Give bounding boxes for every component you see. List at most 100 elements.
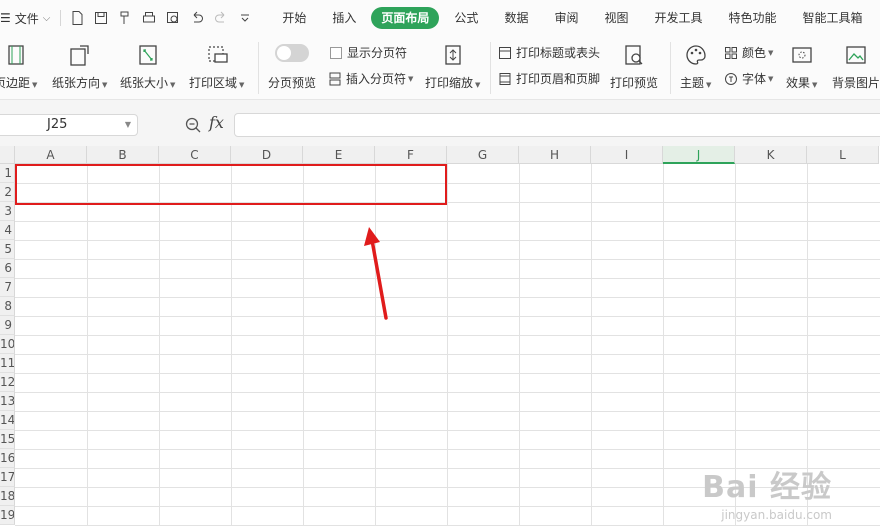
gridline-horizontal: [15, 411, 880, 412]
row-header[interactable]: 9: [0, 316, 15, 335]
column-header-h[interactable]: H: [519, 146, 591, 164]
header-footer-button[interactable]: 打印页眉和页脚: [498, 70, 600, 87]
column-header-g[interactable]: G: [447, 146, 519, 164]
show-page-breaks-label: 显示分页符: [347, 46, 408, 60]
tab-insert[interactable]: 插入: [321, 7, 367, 29]
name-box[interactable]: J25 ▼: [0, 114, 138, 136]
tab-special-features[interactable]: 特色功能: [718, 7, 788, 29]
select-all-corner[interactable]: [0, 146, 15, 164]
redo-icon[interactable]: [209, 6, 233, 30]
column-header-i[interactable]: I: [591, 146, 663, 164]
separator: [60, 10, 62, 26]
header-footer-label: 打印页眉和页脚: [516, 72, 601, 86]
print-icon[interactable]: [137, 6, 161, 30]
tab-review[interactable]: 审阅: [543, 7, 589, 29]
print-titles-button[interactable]: 打印标题或表头: [498, 44, 600, 61]
column-header-l[interactable]: L: [807, 146, 879, 164]
customize-toolbar-icon[interactable]: [233, 6, 257, 30]
print-scale-label: 打印缩放: [425, 76, 474, 90]
row-header[interactable]: 14: [0, 411, 15, 430]
row-header[interactable]: 1: [0, 164, 15, 183]
row-header[interactable]: 19: [0, 506, 15, 525]
ribbon-separator: [490, 42, 491, 94]
gridline-vertical: [375, 164, 376, 526]
print-area-icon: [204, 42, 230, 68]
column-header-f[interactable]: F: [375, 146, 447, 164]
tab-smart-toolbox[interactable]: 智能工具箱: [792, 7, 874, 29]
gridline-horizontal: [15, 449, 880, 450]
print-preview-button[interactable]: 打印预览: [610, 42, 658, 91]
row-header[interactable]: 18: [0, 487, 15, 506]
colors-button[interactable]: 颜色 ▼: [724, 44, 773, 61]
paper-size-icon: [135, 42, 161, 68]
print-preview-label: 打印预览: [610, 76, 659, 90]
file-menu-label: 文件: [14, 11, 39, 26]
row-header[interactable]: 8: [0, 297, 15, 316]
tab-developer[interactable]: 开发工具: [643, 7, 713, 29]
undo-icon[interactable]: [185, 6, 209, 30]
row-header[interactable]: 4: [0, 221, 15, 240]
column-header-e[interactable]: E: [303, 146, 375, 164]
tab-page-layout[interactable]: 页面布局: [371, 7, 440, 29]
column-header-k[interactable]: K: [735, 146, 807, 164]
fonts-label: 字体: [742, 72, 767, 86]
print-preview-icon[interactable]: [161, 6, 185, 30]
page-break-preview-button[interactable]: 分页预览: [268, 44, 316, 91]
gridline-vertical: [303, 164, 304, 526]
tab-formulas[interactable]: 公式: [443, 7, 489, 29]
image-icon: [843, 42, 869, 68]
row-header[interactable]: 6: [0, 259, 15, 278]
spreadsheet-grid[interactable]: ABCDEFGHIJKL 1 2 3 4 5 6 7 8 9 10 11 12 13 14 15 16 17 18…: [0, 146, 880, 526]
zoom-icon[interactable]: [184, 116, 202, 134]
margins-button[interactable]: 页边距 ▼: [0, 42, 37, 91]
row-header[interactable]: 7: [0, 278, 15, 297]
chevron-down-icon[interactable]: ▼: [125, 115, 131, 135]
show-page-breaks-checkbox[interactable]: 显示分页符: [330, 44, 407, 61]
format-painter-icon[interactable]: [113, 6, 137, 30]
row-header[interactable]: 17: [0, 468, 15, 487]
column-header-d[interactable]: D: [231, 146, 303, 164]
ribbon: 页边距 ▼ 纸张方向 ▼ 纸张大小 ▼ 打印区域 ▼ 分页预览 显示分页符 插入分页符 ▼…: [0, 36, 880, 100]
tab-home[interactable]: 开始: [271, 7, 317, 29]
theme-button[interactable]: 主题 ▼: [680, 42, 711, 91]
file-menu[interactable]: ☰ 文件 ⌵: [0, 10, 56, 27]
page-break-preview-label: 分页预览: [268, 76, 317, 90]
row-header[interactable]: 16: [0, 449, 15, 468]
row-header[interactable]: 11: [0, 354, 15, 373]
print-area-label: 打印区域: [189, 76, 238, 90]
column-header-j[interactable]: J: [663, 146, 735, 164]
gridline-vertical: [87, 164, 88, 526]
row-header[interactable]: 15: [0, 430, 15, 449]
row-header[interactable]: 12: [0, 373, 15, 392]
column-header-b[interactable]: B: [87, 146, 159, 164]
formula-bar: J25 ▼ fx: [0, 100, 880, 146]
orientation-button[interactable]: 纸张方向 ▼: [52, 42, 107, 91]
row-header[interactable]: 3: [0, 202, 15, 221]
column-header-a[interactable]: A: [15, 146, 87, 164]
print-area-button[interactable]: 打印区域 ▼: [189, 42, 244, 91]
gridline-horizontal: [15, 354, 880, 355]
tab-data[interactable]: 数据: [493, 7, 539, 29]
effects-button[interactable]: 效果 ▼: [786, 42, 817, 91]
column-header-c[interactable]: C: [159, 146, 231, 164]
gridline-horizontal: [15, 259, 880, 260]
formula-input[interactable]: [234, 113, 880, 137]
insert-page-break-button[interactable]: 插入分页符 ▼: [328, 70, 413, 87]
row-header[interactable]: 2: [0, 183, 15, 202]
watermark-url: jingyan.baidu.com: [721, 508, 832, 522]
row-header[interactable]: 10: [0, 335, 15, 354]
paper-size-button[interactable]: 纸张大小 ▼: [120, 42, 175, 91]
colors-label: 颜色: [742, 46, 767, 60]
insert-function-icon[interactable]: fx: [209, 113, 224, 132]
highlight-box: [15, 164, 447, 205]
new-file-icon[interactable]: [65, 6, 89, 30]
print-scale-button[interactable]: 打印缩放 ▼: [425, 42, 480, 91]
fonts-button[interactable]: 字体 ▼: [724, 70, 773, 87]
gridline-vertical: [159, 164, 160, 526]
background-image-button[interactable]: 背景图片: [832, 42, 880, 91]
page-break-preview-toggle[interactable]: [275, 44, 309, 62]
save-icon[interactable]: [89, 6, 113, 30]
row-header[interactable]: 13: [0, 392, 15, 411]
row-header[interactable]: 5: [0, 240, 15, 259]
tab-view[interactable]: 视图: [593, 7, 639, 29]
